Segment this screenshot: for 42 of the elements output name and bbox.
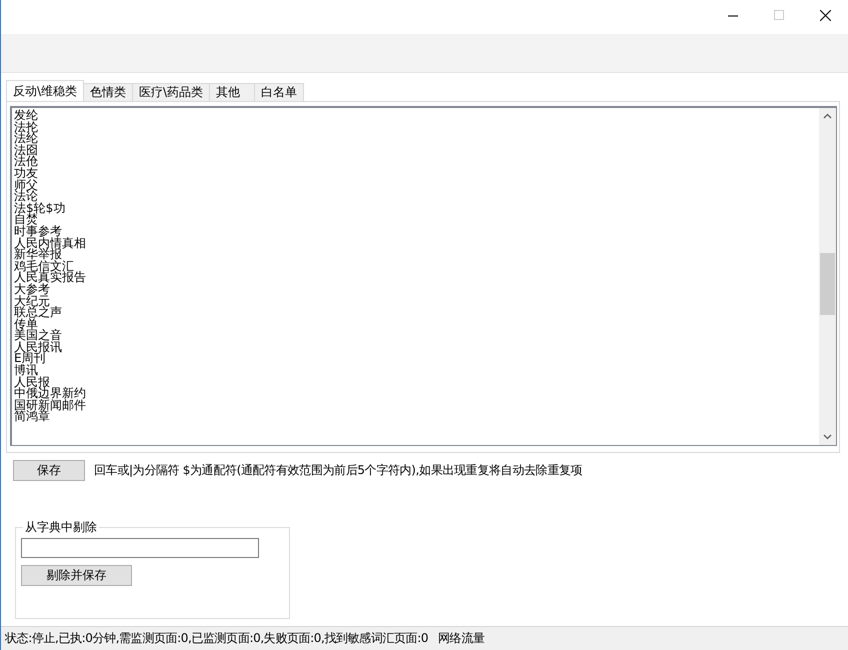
- word-line: E周刊: [14, 353, 46, 366]
- word-line: 大参考: [14, 284, 50, 296]
- word-line: 大纪元: [14, 296, 50, 308]
- close-icon[interactable]: [820, 10, 830, 20]
- word-line: 传单: [14, 318, 38, 330]
- word-line: 人民内情真相: [14, 238, 86, 250]
- status-text: 状态:停止,已执:0分钟,需监测页面:0,已监测页面:0,失败页面:0,找到敏感词汇页面:0: [5, 630, 428, 647]
- word-line: 博讯: [14, 365, 38, 377]
- save-button[interactable]: 保存: [13, 460, 85, 481]
- word-line: 功友: [14, 168, 38, 180]
- word-line: 法囵: [14, 144, 38, 156]
- word-line: 法伧: [14, 156, 38, 168]
- word-line: 师父: [14, 180, 38, 192]
- word-line: 人民报: [14, 376, 50, 388]
- word-line: 发纶: [14, 110, 38, 122]
- word-line: 人民报讯: [14, 342, 62, 354]
- hint-text: 回车或|为分隔符 $为通配符(通配符有效范围为前后5个字符内),如果出现重复将自动去除重复项: [94, 462, 582, 479]
- word-line: 国研新闻邮件: [14, 400, 86, 412]
- input-field[interactable]: [21, 538, 259, 558]
- word-line: 美国之音: [14, 330, 62, 342]
- tab[interactable]: 医疗\药品类: [132, 83, 210, 101]
- tab[interactable]: 白名单: [254, 83, 304, 101]
- remove-save-button[interactable]: 剔除并保存: [21, 565, 132, 586]
- word-line: 人民真实报告: [14, 272, 86, 284]
- word-line: 法抡: [14, 122, 38, 134]
- word-line: 法论: [14, 191, 38, 203]
- traffic-text: 网络流量: [438, 630, 485, 647]
- tab[interactable]: 反动\维稳类: [6, 80, 84, 101]
- word-line: 新华举报: [14, 249, 62, 261]
- word-line: 法纶: [14, 133, 38, 145]
- tab[interactable]: 其他: [209, 83, 256, 101]
- word-line: 自焚: [14, 214, 38, 226]
- word-list-area[interactable]: 发纶 法抡 法纶 法囵 法伧 功友 师父 法论 法$轮$功 自焚 时事参考 人民内情真相 新华举报 鸡毛信文汇 人民真实报告 大参考 大纪元 联总之声 传单 美国之音 人民报讯 E周刊 博讯 人民报 中俄边界新约 国研新闻邮件 简鸿章: [10, 106, 837, 446]
- word-line: 鸡毛信文汇: [14, 260, 74, 272]
- scroll-thumb[interactable]: [820, 253, 835, 315]
- word-line: 联总之声: [14, 307, 62, 319]
- word-line: 简鸿章: [14, 411, 50, 424]
- group-legend: 从字典中剔除: [23, 519, 99, 536]
- word-line: 法$轮$功: [14, 202, 66, 214]
- word-line: 时事参考: [14, 226, 62, 238]
- word-line: 中俄边界新约: [14, 388, 86, 400]
- tab[interactable]: 色情类: [83, 83, 134, 101]
